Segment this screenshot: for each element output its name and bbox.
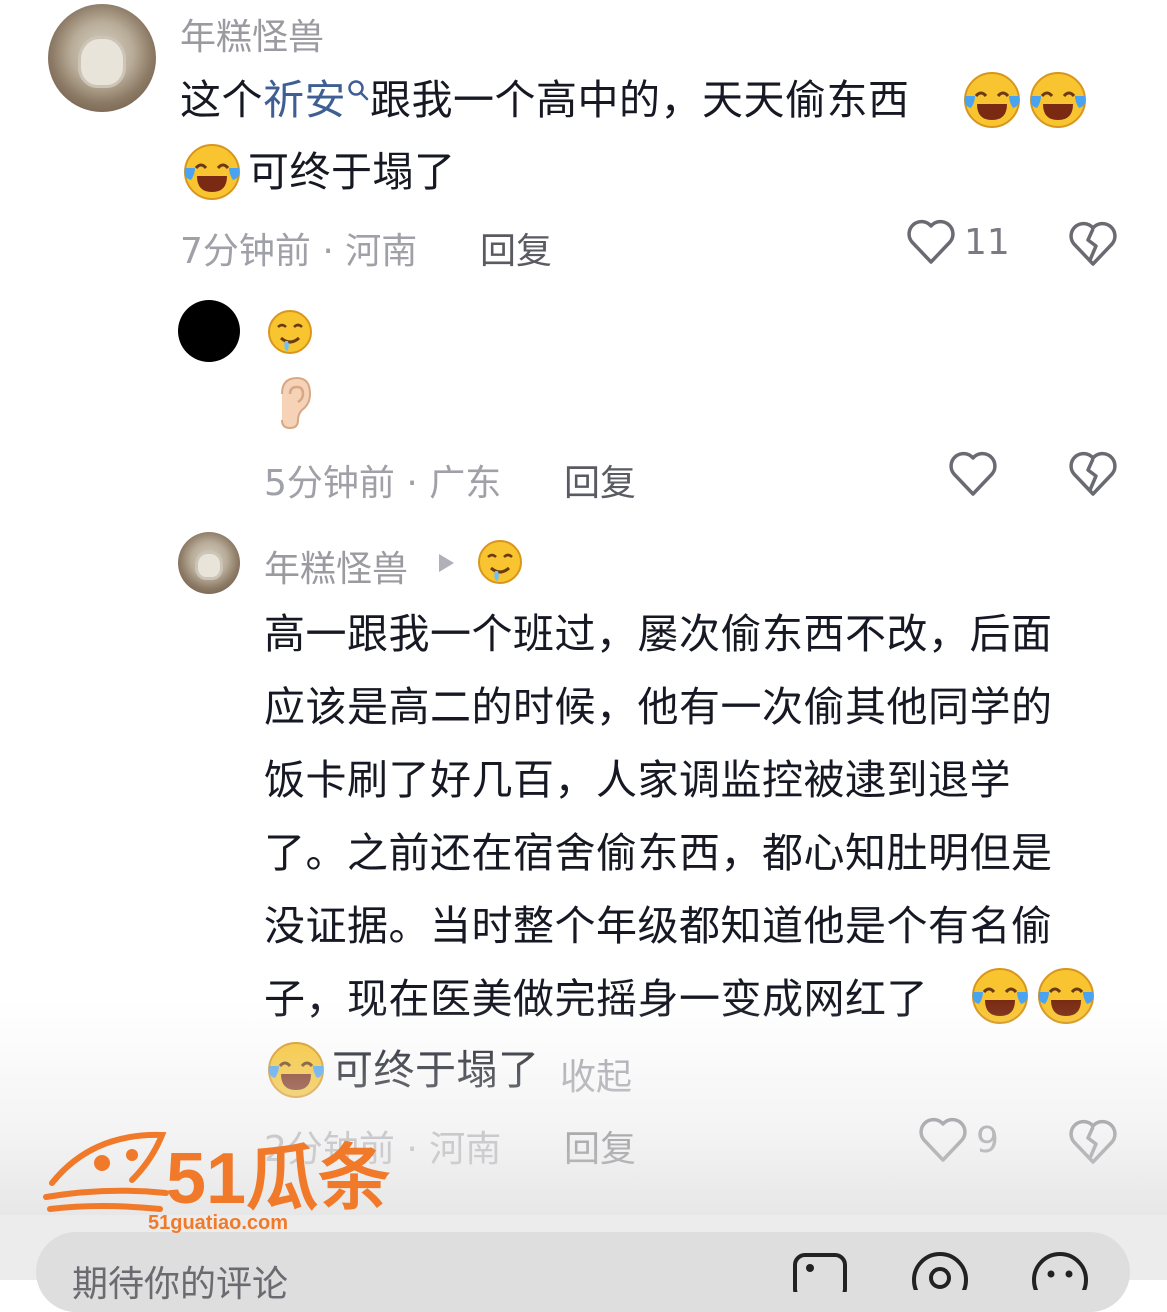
drooling-face-emoji [266,308,314,356]
heart-icon [919,1117,967,1162]
dislike-button[interactable] [1068,450,1118,498]
comment-time-location: 7分钟前 · 河南 [180,231,418,272]
laughing-crying-emoji [1036,966,1096,1026]
reply-button[interactable]: 回复 [564,1120,636,1172]
reply-arrow-icon [436,552,456,574]
dislike-button[interactable] [1068,220,1118,268]
broken-heart-icon [1069,221,1117,266]
broken-heart-icon [1069,1119,1117,1164]
heart-icon [949,451,997,496]
at-mention-icon[interactable] [910,1250,970,1290]
drooling-face-emoji [476,538,524,586]
broken-heart-icon [1069,451,1117,496]
avatar[interactable] [178,532,240,594]
search-link[interactable]: 祈安 [263,76,370,124]
like-button[interactable] [948,450,998,498]
watermark-url: 51guatiao.com [148,1212,288,1234]
ear-emoji [274,376,312,430]
image-icon[interactable] [792,1252,848,1292]
comment-text-line: 应该是高二的时候，他有一次偷其他同学的 [264,683,1053,731]
heart-icon [907,219,955,264]
watermark-brand: 51瓜条 [166,1139,390,1219]
like-count: 9 [976,1119,999,1161]
laughing-crying-emoji [266,1040,326,1100]
like-button[interactable]: 11 [906,218,1010,266]
reply-button[interactable]: 回复 [480,222,552,274]
laughing-crying-emoji [182,142,242,202]
laughing-crying-emoji [970,966,1030,1026]
laughing-crying-emoji [1028,70,1088,130]
emoji-picker-icon[interactable] [1030,1250,1090,1290]
like-button[interactable]: 9 [918,1116,999,1164]
laughing-crying-emoji [962,70,1022,130]
dislike-button[interactable] [1068,1118,1118,1166]
avatar[interactable] [178,300,240,362]
comment-username[interactable]: 年糕怪兽 [264,540,408,592]
reply-button[interactable]: 回复 [564,454,636,506]
comment-text-line: 可终于塌了 [248,148,456,196]
like-count: 11 [964,221,1010,263]
comment-username[interactable]: 年糕怪兽 [180,8,324,60]
comment-text-line: 高一跟我一个班过，屡次偷东西不改，后面 [264,610,1053,658]
comment-text-line: 饭卡刷了好几百，人家调监控被逮到退学 [264,756,1011,804]
watermark-logo: 51瓜条 51guatiao.com [40,1125,420,1235]
comment-time-location: 5分钟前 · 广东 [264,463,502,504]
collapse-button[interactable]: 收起 [560,1048,632,1100]
comment-input-placeholder: 期待你的评论 [72,1264,289,1305]
comment-text-line: 了。之前还在宿舍偷东西，都心知肚明但是 [264,829,1053,877]
search-icon [348,80,369,101]
comment-text-line: 可终于塌了 [332,1046,540,1094]
comment-text-line: 没证据。当时整个年级都知道他是个有名偷 [264,902,1053,950]
avatar[interactable] [48,4,156,112]
